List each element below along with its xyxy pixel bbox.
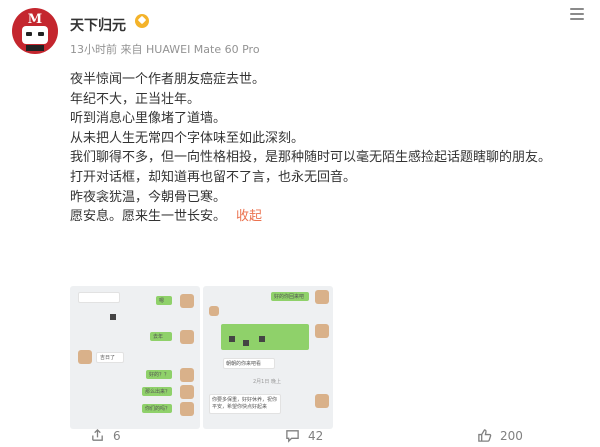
post-line: 打开对话框，却知道再也留不了言，也永无回音。 [70, 169, 357, 185]
share-count: 6 [113, 428, 121, 443]
avatar-face [22, 26, 48, 44]
post-line-last: 愿安息。愿来生一世长安。 收起 [70, 207, 588, 227]
username[interactable]: 天下归元 [70, 15, 126, 35]
post-line: 从未把人生无常四个字体味至如此深刻。 [70, 130, 305, 146]
thumbs-up-icon [478, 429, 492, 442]
comment-icon [286, 430, 299, 443]
chat-bubble: 你要多保重，好好休养，祝你平安，希望你快点好起来 [212, 397, 278, 410]
avatar-band [26, 45, 44, 51]
chat-screenshot-2[interactable]: 好的你回来吧 朝朝的你来吧看 2月1日 晚上 你要多保重，好好休养，祝你平安，希… [203, 286, 333, 429]
avatar[interactable]: M [12, 8, 58, 54]
collapse-link[interactable]: 收起 [236, 209, 262, 224]
post-text: 夜半惊闻一个作者朋友癌症去世。 年纪不大，正当壮年。 听到消息心里像堵了道墙。 … [70, 70, 588, 227]
action-bar: 6 42 200 [0, 426, 600, 447]
post-meta: 13小时前 来自 HUAWEI Mate 60 Pro [70, 43, 260, 56]
chat-timestamp: 2月1日 晚上 [253, 379, 281, 385]
post-line: 听到消息心里像堵了道墙。 [70, 111, 227, 127]
like-count: 200 [500, 428, 523, 443]
chat-bubble: 嗯 [159, 298, 165, 304]
chat-bubble: 朝朝的你来吧看 [226, 361, 262, 367]
chat-bubble: 好的你回来吧 [274, 294, 305, 300]
verified-badge-icon [135, 14, 149, 28]
chat-bubble: 好的？？ [149, 372, 170, 378]
chat-bubble: 你们的吗？ [145, 406, 171, 412]
avatar-letter: M [27, 12, 43, 27]
comment-count: 42 [308, 428, 324, 443]
post-line: 愿安息。愿来生一世长安。 [70, 209, 227, 225]
post-line: 我们聊得不多，但一向性格相投，是那种随时可以毫无陌生感捡起话题瞎聊的朋友。 [70, 150, 552, 166]
comment-button[interactable]: 42 [285, 428, 323, 443]
post-line: 夜半惊闻一个作者朋友癌症去世。 [70, 72, 266, 87]
post-line: 年纪不大，正当壮年。 [70, 91, 201, 107]
more-menu-icon[interactable] [570, 8, 584, 20]
share-button[interactable]: 6 [90, 428, 121, 443]
chat-bubble: 那么出来？ [145, 389, 171, 395]
chat-bubble: 去年 [153, 334, 164, 340]
share-icon [92, 428, 103, 441]
like-button[interactable]: 200 [477, 428, 523, 443]
post-line: 昨夜衾犹温，今朝骨已寒。 [70, 189, 227, 205]
chat-bubble: 吉日了 [100, 355, 116, 361]
chat-screenshot-1[interactable]: 嗯 去年 吉日了 好的？？ 那么出来？ 你们的吗？ [70, 286, 200, 429]
